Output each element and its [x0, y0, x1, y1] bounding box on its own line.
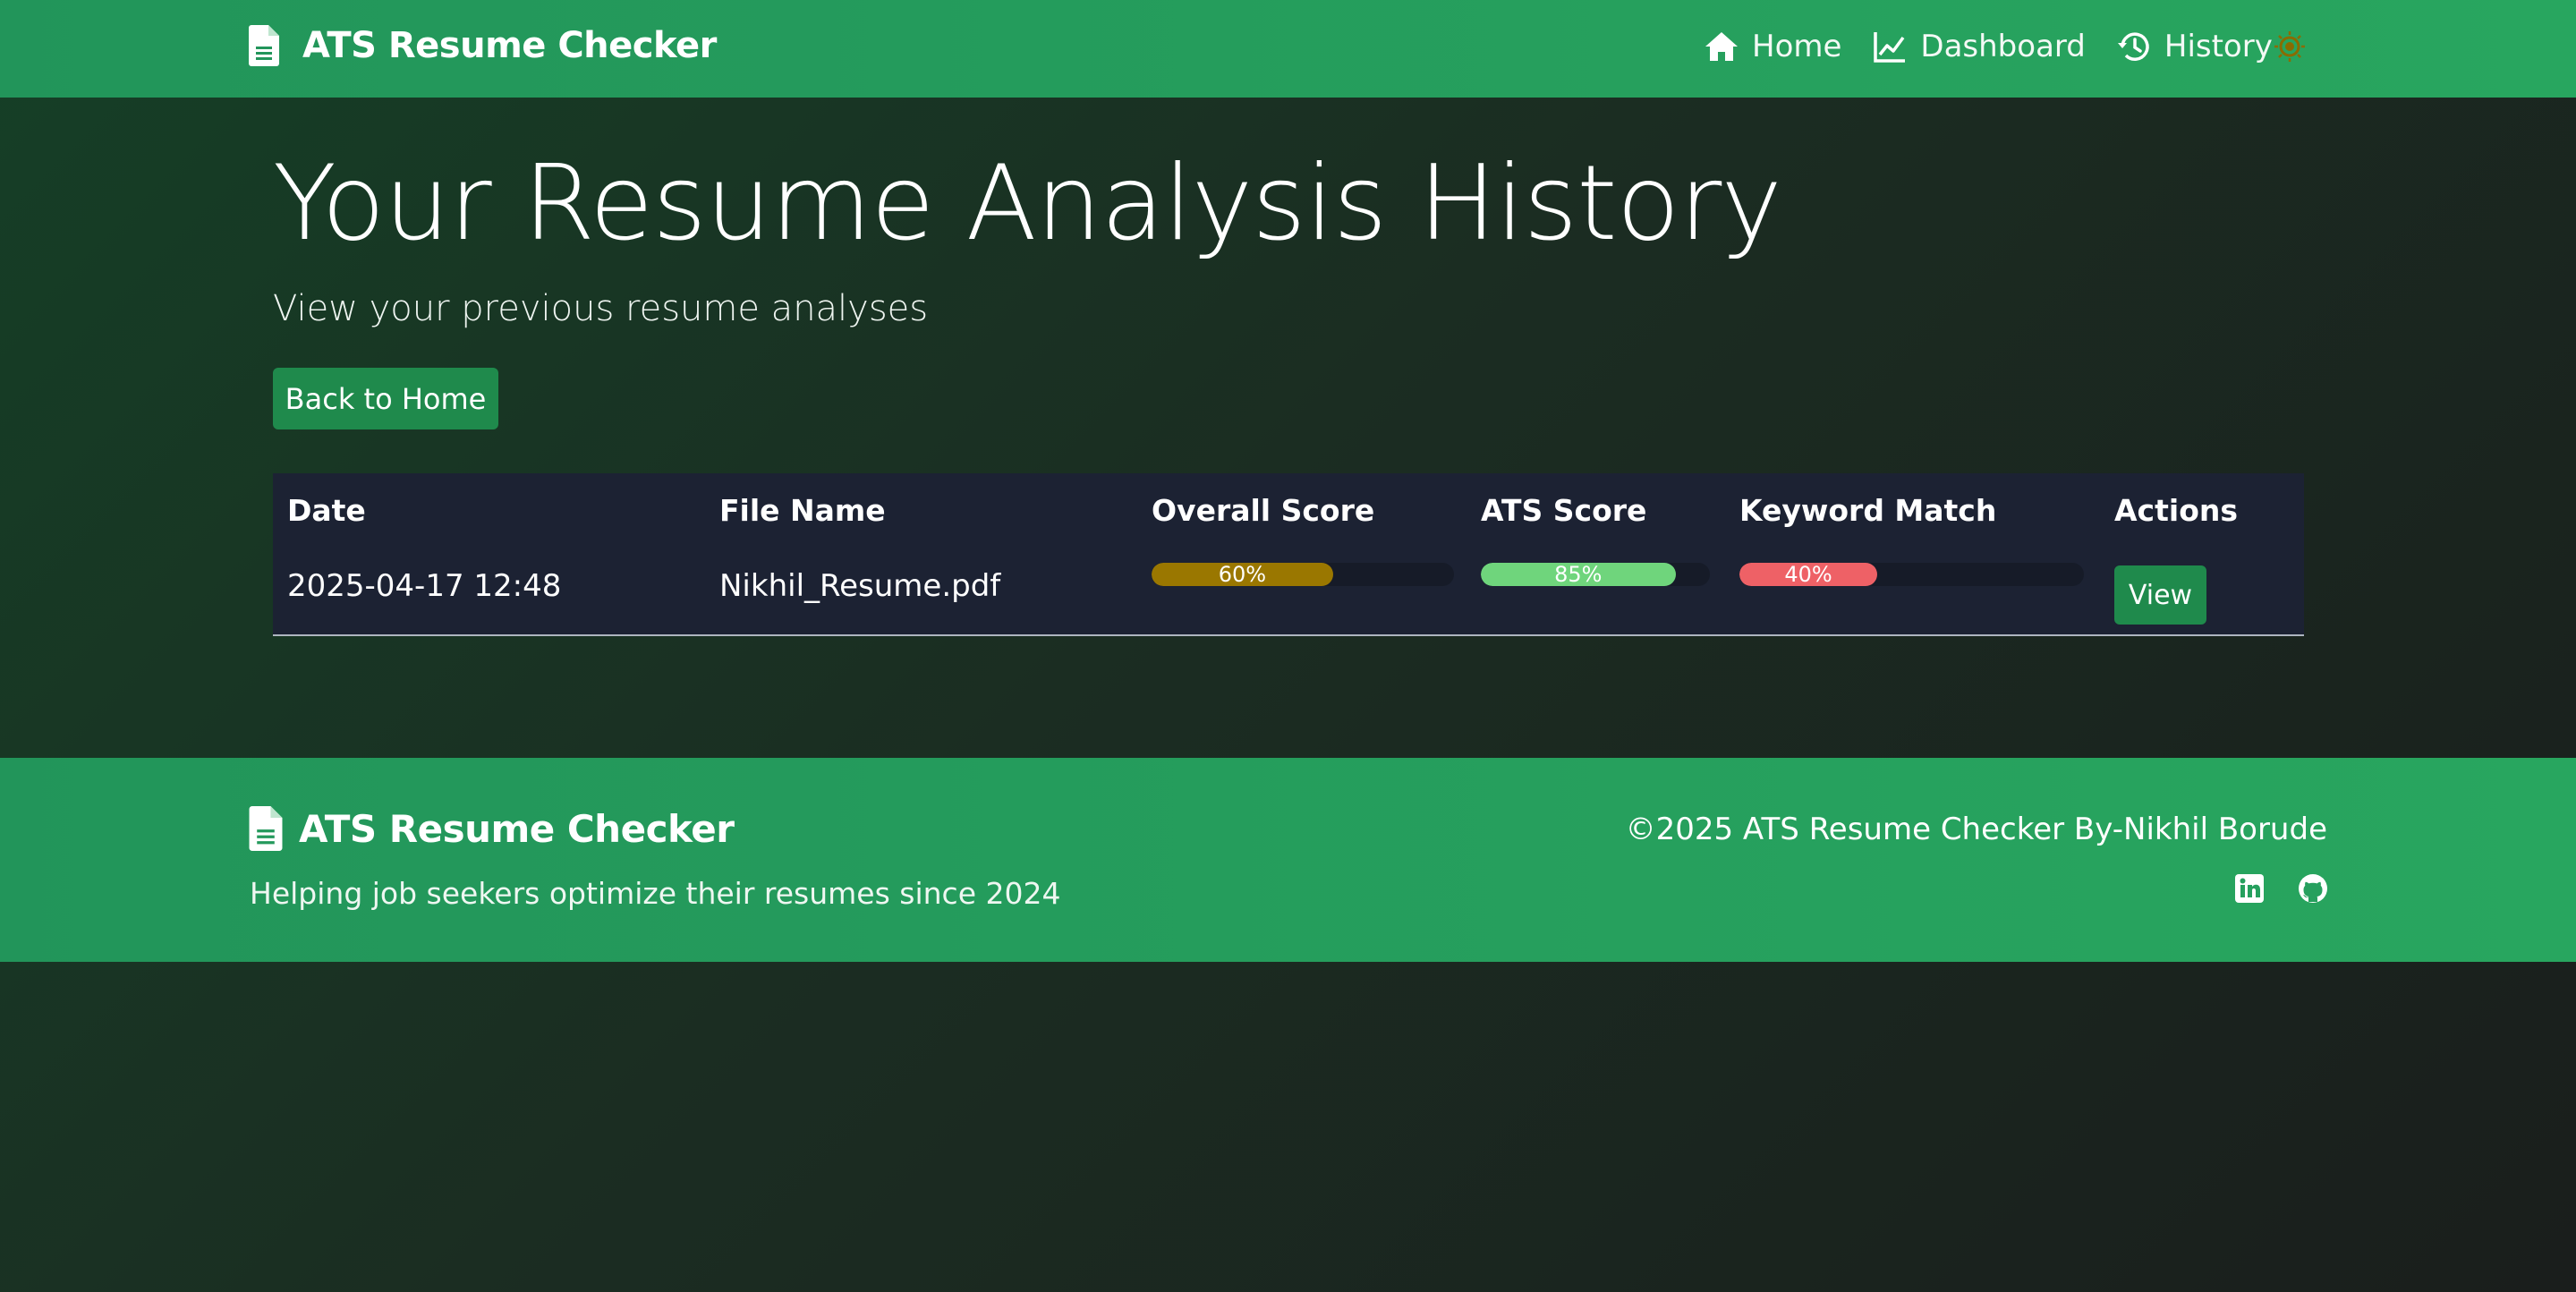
footer: ATS Resume Checker Helping job seekers o…	[0, 758, 2576, 962]
row-file-name: Nikhil_Resume.pdf	[719, 568, 1001, 604]
sun-icon[interactable]	[2274, 30, 2306, 63]
page-title: Your Resume Analysis History	[273, 143, 1782, 264]
ats-score-fill: 85%	[1481, 563, 1676, 586]
file-document-icon	[249, 806, 283, 851]
keyword-match-bar: 40%	[1739, 563, 2084, 586]
nav-history-label: History	[2164, 29, 2273, 64]
nav-dashboard-label: Dashboard	[1920, 29, 2086, 64]
brand-name: ATS Resume Checker	[302, 25, 717, 66]
brand[interactable]: ATS Resume Checker	[249, 25, 717, 66]
footer-brand: ATS Resume Checker	[249, 806, 735, 851]
copyright: ©2025 ATS Resume Checker By-Nikhil Borud…	[1625, 812, 2327, 847]
home-icon	[1705, 32, 1738, 61]
overall-score-fill: 60%	[1152, 563, 1333, 586]
nav-dashboard[interactable]: Dashboard	[1872, 29, 2086, 64]
footer-brand-name: ATS Resume Checker	[299, 806, 735, 851]
github-icon[interactable]	[2297, 872, 2329, 905]
file-document-icon	[249, 25, 279, 66]
nav-home-label: Home	[1752, 29, 1842, 64]
ats-score-label: 85%	[1554, 563, 1603, 586]
keyword-match-fill: 40%	[1739, 563, 1877, 586]
linkedin-icon[interactable]	[2233, 872, 2266, 905]
overall-score-bar: 60%	[1152, 563, 1454, 586]
view-button[interactable]: View	[2114, 565, 2206, 625]
navbar: ATS Resume Checker Home Dashboard Histor…	[0, 0, 2576, 98]
row-date: 2025-04-17 12:48	[287, 568, 562, 604]
overall-score-label: 60%	[1218, 563, 1267, 586]
main-nav: Home Dashboard History	[1704, 25, 2303, 68]
nav-history[interactable]: History	[2116, 29, 2273, 64]
keyword-match-label: 40%	[1784, 563, 1832, 586]
footer-tagline: Helping job seekers optimize their resum…	[250, 876, 1061, 911]
table-row: 2025-04-17 12:48 Nikhil_Resume.pdf 60% 8…	[273, 473, 2304, 639]
history-icon	[2117, 32, 2149, 61]
page-subtitle: View your previous resume analyses	[273, 288, 929, 329]
nav-home[interactable]: Home	[1704, 29, 1841, 64]
chart-line-icon	[1874, 32, 1906, 63]
ats-score-bar: 85%	[1481, 563, 1710, 586]
back-to-home-button[interactable]: Back to Home	[273, 368, 498, 429]
